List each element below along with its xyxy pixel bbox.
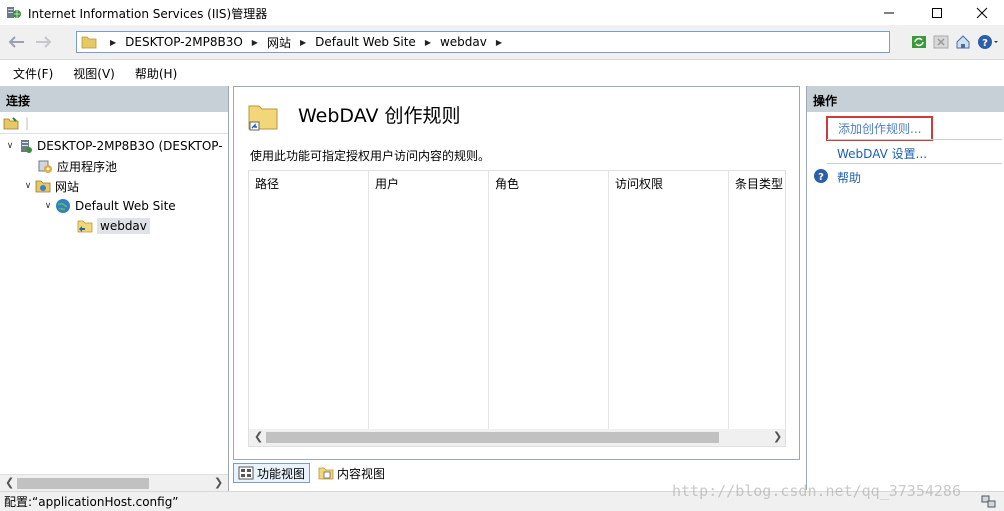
column-user[interactable]: 用户 xyxy=(369,171,489,431)
actions-divider xyxy=(827,139,1002,140)
tab-feature-view[interactable]: 功能视图 xyxy=(233,463,311,483)
breadcrumb-separator-icon: ▶ xyxy=(495,37,503,47)
scroll-right-icon[interactable]: ❯ xyxy=(214,476,223,489)
scroll-left-icon[interactable]: ❮ xyxy=(5,476,14,489)
minimize-button[interactable] xyxy=(866,0,912,25)
title-bar: Internet Information Services (IIS)管理器 xyxy=(0,0,1004,25)
breadcrumb-separator-icon: ▶ xyxy=(251,37,258,47)
breadcrumb-separator-icon: ▶ xyxy=(424,37,431,47)
column-role[interactable]: 角色 xyxy=(489,171,609,431)
scroll-thumb[interactable] xyxy=(17,478,149,489)
feature-view-icon xyxy=(238,466,254,480)
scroll-thumb[interactable] xyxy=(266,432,719,443)
virtual-folder-icon xyxy=(76,218,94,234)
window-title: Internet Information Services (IIS)管理器 xyxy=(28,7,268,21)
tree-node-default-site[interactable]: ∨ Default Web Site xyxy=(42,196,176,216)
rules-grid: 路径 用户 角色 访问权限 条目类型 ❮ ❯ xyxy=(248,170,786,447)
feature-pane: WebDAV 创作规则 使用此功能可指定授权用户访问内容的规则。 路径 用户 角… xyxy=(233,86,800,460)
tab-content-view-label: 内容视图 xyxy=(337,466,386,481)
webdav-settings-link[interactable]: WebDAV 设置... xyxy=(837,145,927,162)
svg-text:?: ? xyxy=(818,172,824,183)
sites-folder-icon xyxy=(34,178,52,194)
content-view-icon xyxy=(318,467,334,480)
scroll-right-icon[interactable]: ❯ xyxy=(773,430,782,443)
help-link[interactable]: 帮助 xyxy=(837,169,861,186)
app-pool-icon xyxy=(36,158,54,174)
address-breadcrumb-box[interactable]: ▶ DESKTOP-2MP8B3O ▶ 网站 ▶ Default Web Sit… xyxy=(76,31,890,53)
connections-header: 连接 xyxy=(0,86,228,112)
connections-hscrollbar[interactable]: ❮ ❯ xyxy=(0,474,228,491)
connections-toolbar: | xyxy=(0,112,228,134)
toolbar-divider: | xyxy=(25,115,30,130)
column-header-entry-type[interactable]: 条目类型 xyxy=(735,175,783,192)
status-text: 配置:“applicationHost.config” xyxy=(4,495,179,509)
tree-node-server[interactable]: ∨ DESKTOP-2MP8B3O (DESKTOP- xyxy=(4,136,223,156)
help-icon: ? xyxy=(813,168,829,184)
tab-content-view[interactable]: 内容视图 xyxy=(314,463,389,483)
back-button[interactable] xyxy=(4,31,28,53)
folder-icon xyxy=(81,34,101,50)
add-authoring-rule-link[interactable]: 添加创作规则... xyxy=(826,116,934,141)
column-path[interactable]: 路径 xyxy=(249,171,369,431)
server-icon xyxy=(16,138,34,154)
column-header-access[interactable]: 访问权限 xyxy=(615,175,663,192)
home-icon[interactable] xyxy=(954,33,972,51)
breadcrumb: ▶ DESKTOP-2MP8B3O ▶ 网站 ▶ Default Web Sit… xyxy=(101,34,511,51)
scroll-left-icon[interactable]: ❮ xyxy=(254,430,263,443)
refresh-icon[interactable] xyxy=(910,33,928,51)
actions-header: 操作 xyxy=(807,86,1004,112)
breadcrumb-webdav[interactable]: webdav xyxy=(440,35,487,49)
feature-description: 使用此功能可指定授权用户访问内容的规则。 xyxy=(250,149,491,163)
column-header-role[interactable]: 角色 xyxy=(495,175,519,192)
menu-view[interactable]: 视图(V) xyxy=(73,65,115,82)
toolbar-icons: ? xyxy=(910,31,1000,53)
close-button[interactable] xyxy=(959,0,1004,25)
network-icon xyxy=(980,493,996,509)
menu-help[interactable]: 帮助(H) xyxy=(135,65,177,82)
column-header-user[interactable]: 用户 xyxy=(375,175,399,192)
svg-text:?: ? xyxy=(982,38,988,49)
globe-icon xyxy=(54,198,72,214)
tree-label-app-pools: 应用程序池 xyxy=(57,159,118,174)
menu-bar: 文件(F) 视图(V) 帮助(H) xyxy=(0,61,1004,85)
tab-feature-view-label: 功能视图 xyxy=(257,466,306,481)
maximize-button[interactable] xyxy=(914,0,960,25)
breadcrumb-sites[interactable]: 网站 xyxy=(267,34,291,51)
address-toolbar: ▶ DESKTOP-2MP8B3O ▶ 网站 ▶ Default Web Sit… xyxy=(0,25,1004,60)
stop-icon[interactable] xyxy=(932,33,950,51)
collapse-chevron-icon[interactable]: ∨ xyxy=(22,181,34,191)
breadcrumb-separator-icon: ▶ xyxy=(299,37,307,47)
column-entry-type[interactable]: 条目类型 xyxy=(729,171,785,431)
breadcrumb-server[interactable]: DESKTOP-2MP8B3O xyxy=(125,35,243,49)
watermark-text: http://blog.csdn.net/qq_37354286 xyxy=(672,482,961,500)
column-header-path[interactable]: 路径 xyxy=(255,175,279,192)
breadcrumb-default-site[interactable]: Default Web Site xyxy=(315,35,416,49)
actions-pane: 操作 添加创作规则... WebDAV 设置... ? 帮助 xyxy=(806,86,1004,490)
menu-file[interactable]: 文件(F) xyxy=(13,65,53,82)
connections-pane: 连接 | ∨ DESKTOP-2MP8B3O (DESKTOP- 应用程序池 ∨ xyxy=(0,86,229,491)
actions-divider xyxy=(827,163,1002,164)
tree-label-webdav: webdav xyxy=(97,218,150,234)
breadcrumb-separator-icon: ▶ xyxy=(110,37,117,47)
iis-app-icon xyxy=(6,4,22,20)
tree-node-webdav[interactable]: webdav xyxy=(64,216,150,236)
tree-label-server: DESKTOP-2MP8B3O (DESKTOP- xyxy=(37,139,223,153)
grid-hscrollbar[interactable]: ❮ ❯ xyxy=(249,429,785,446)
help-dropdown-icon[interactable]: ? xyxy=(976,33,1000,51)
back-arrow-icon xyxy=(8,36,24,48)
view-switcher: 功能视图 内容视图 xyxy=(233,462,800,484)
collapse-chevron-icon[interactable]: ∨ xyxy=(4,141,16,151)
tree-node-sites[interactable]: ∨ 网站 xyxy=(22,176,79,196)
tree-label-default-site: Default Web Site xyxy=(75,199,176,213)
column-access[interactable]: 访问权限 xyxy=(609,171,729,431)
forward-button[interactable] xyxy=(32,31,56,53)
feature-title: WebDAV 创作规则 xyxy=(298,105,461,127)
forward-arrow-icon xyxy=(36,36,52,48)
connect-icon[interactable] xyxy=(3,116,19,130)
tree-label-sites: 网站 xyxy=(55,179,80,194)
tree-node-app-pools[interactable]: 应用程序池 xyxy=(24,156,117,176)
collapse-chevron-icon[interactable]: ∨ xyxy=(42,201,54,211)
webdav-rules-icon xyxy=(247,100,279,132)
